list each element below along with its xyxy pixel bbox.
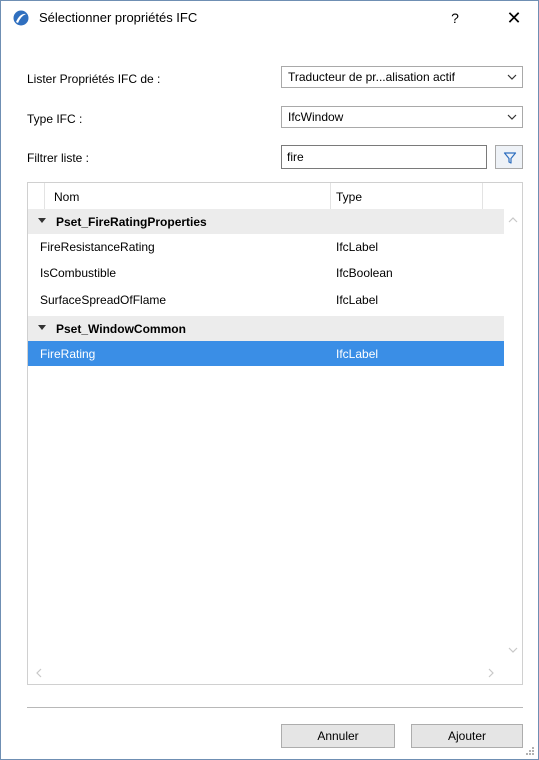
property-name: FireResistanceRating: [40, 240, 155, 254]
collapse-triangle-icon[interactable]: [38, 325, 46, 330]
property-type: IfcLabel: [336, 240, 379, 254]
column-header-name[interactable]: Nom: [54, 190, 79, 204]
property-name: FireRating: [40, 347, 96, 361]
property-name: SurfaceSpreadOfFlame: [40, 293, 167, 307]
filter-input[interactable]: [281, 145, 487, 169]
filter-button[interactable]: [495, 145, 523, 169]
property-name: IsCombustible: [40, 266, 117, 280]
vertical-scrollbar[interactable]: [504, 209, 522, 659]
window-title: Sélectionner propriétés IFC: [39, 10, 198, 25]
scroll-right-icon[interactable]: [488, 668, 494, 678]
cancel-button[interactable]: Annuler: [281, 724, 395, 748]
header-divider[interactable]: [330, 183, 331, 209]
scroll-left-icon[interactable]: [36, 668, 42, 678]
source-select[interactable]: Traducteur de pr...alisation actif: [281, 66, 523, 88]
scroll-down-icon[interactable]: [508, 647, 518, 653]
property-type: IfcLabel: [336, 293, 379, 307]
list-header: Nom Type: [28, 183, 504, 209]
source-select-value: Traducteur de pr...alisation actif: [288, 70, 455, 84]
group-row-window-common[interactable]: Pset_WindowCommon: [28, 316, 504, 341]
help-button[interactable]: ?: [441, 5, 469, 31]
list-item[interactable]: SurfaceSpreadOfFlame IfcLabel: [28, 287, 504, 312]
add-button[interactable]: Ajouter: [411, 724, 523, 748]
type-label: Type IFC :: [27, 112, 83, 126]
close-button[interactable]: ✕: [497, 5, 531, 31]
horizontal-scrollbar[interactable]: [28, 659, 504, 684]
source-label: Lister Propriétés IFC de :: [27, 72, 161, 86]
property-type: IfcLabel: [336, 347, 379, 361]
footer-divider: [27, 707, 523, 708]
list-item[interactable]: IsCombustible IfcBoolean: [28, 260, 504, 285]
chevron-down-icon: [507, 114, 517, 120]
header-divider: [482, 183, 483, 209]
list-item[interactable]: FireResistanceRating IfcLabel: [28, 234, 504, 259]
title-bar[interactable]: Sélectionner propriétés IFC ? ✕: [1, 1, 538, 35]
scroll-up-icon[interactable]: [508, 217, 518, 223]
group-name: Pset_FireRatingProperties: [56, 215, 207, 229]
property-type: IfcBoolean: [336, 266, 393, 280]
column-header-type[interactable]: Type: [336, 190, 362, 204]
type-select-value: IfcWindow: [288, 110, 344, 124]
header-divider: [44, 183, 45, 209]
list-item-selected[interactable]: FireRating IfcLabel: [28, 341, 504, 366]
collapse-triangle-icon[interactable]: [38, 218, 46, 223]
resize-grip-icon[interactable]: [525, 746, 535, 756]
archicad-logo-icon: [13, 10, 29, 26]
type-select[interactable]: IfcWindow: [281, 106, 523, 128]
group-name: Pset_WindowCommon: [56, 322, 186, 336]
filter-label: Filtrer liste :: [27, 151, 90, 165]
group-row-fire-rating[interactable]: Pset_FireRatingProperties: [28, 209, 504, 234]
chevron-down-icon: [507, 74, 517, 80]
dialog-window: Sélectionner propriétés IFC ? ✕ Lister P…: [0, 0, 539, 760]
property-list[interactable]: Nom Type Pset_FireRatingProperties FireR…: [27, 182, 523, 685]
funnel-icon: [503, 152, 517, 164]
